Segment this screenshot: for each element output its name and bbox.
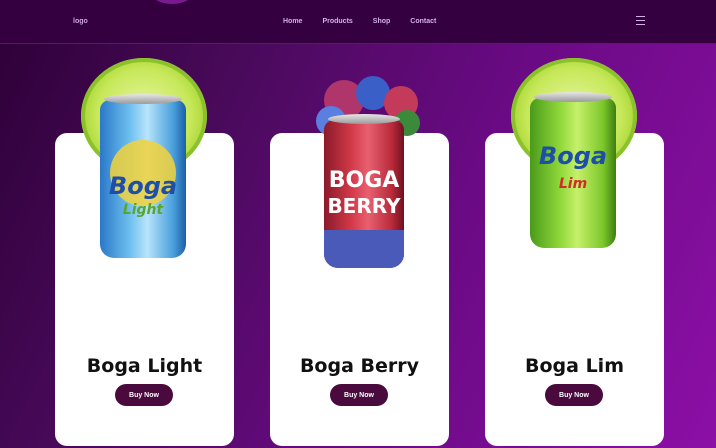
soda-can-icon: Boga Light bbox=[100, 94, 186, 258]
product-image-boga-light: Boga Light bbox=[78, 58, 210, 268]
product-title: Boga Berry bbox=[299, 355, 420, 377]
nav-link-contact[interactable]: Contact bbox=[410, 18, 436, 25]
nav-decor-blob bbox=[150, 0, 194, 4]
logo[interactable]: logo bbox=[73, 18, 88, 25]
can-brand-text: BOGA bbox=[328, 168, 400, 193]
nav-link-home[interactable]: Home bbox=[283, 18, 302, 25]
nav-link-shop[interactable]: Shop bbox=[373, 18, 391, 25]
soda-can-icon: Boga Lim bbox=[530, 92, 616, 248]
hamburger-menu-icon[interactable] bbox=[636, 16, 646, 25]
soda-can-icon: BOGA BERRY bbox=[324, 114, 404, 268]
buy-now-button[interactable]: Buy Now bbox=[330, 384, 388, 406]
buy-now-button[interactable]: Buy Now bbox=[115, 384, 173, 406]
can-flavor-text: Lim bbox=[558, 176, 588, 192]
product-title: Boga Lim bbox=[525, 355, 624, 377]
nav-links: Home Products Shop Contact bbox=[283, 18, 456, 25]
nav-link-products[interactable]: Products bbox=[322, 18, 352, 25]
can-brand-text: Boga bbox=[108, 172, 178, 200]
buy-now-button[interactable]: Buy Now bbox=[545, 384, 603, 406]
product-image-boga-lim: Boga Lim bbox=[508, 58, 640, 254]
can-brand-text: Boga bbox=[538, 142, 608, 170]
product-title: Boga Light bbox=[86, 355, 203, 377]
top-navbar: logo Home Products Shop Contact bbox=[0, 0, 716, 44]
product-image-boga-berry: BOGA BERRY bbox=[312, 76, 424, 272]
can-flavor-text: Light bbox=[122, 202, 164, 218]
can-flavor-text: BERRY bbox=[327, 194, 401, 218]
